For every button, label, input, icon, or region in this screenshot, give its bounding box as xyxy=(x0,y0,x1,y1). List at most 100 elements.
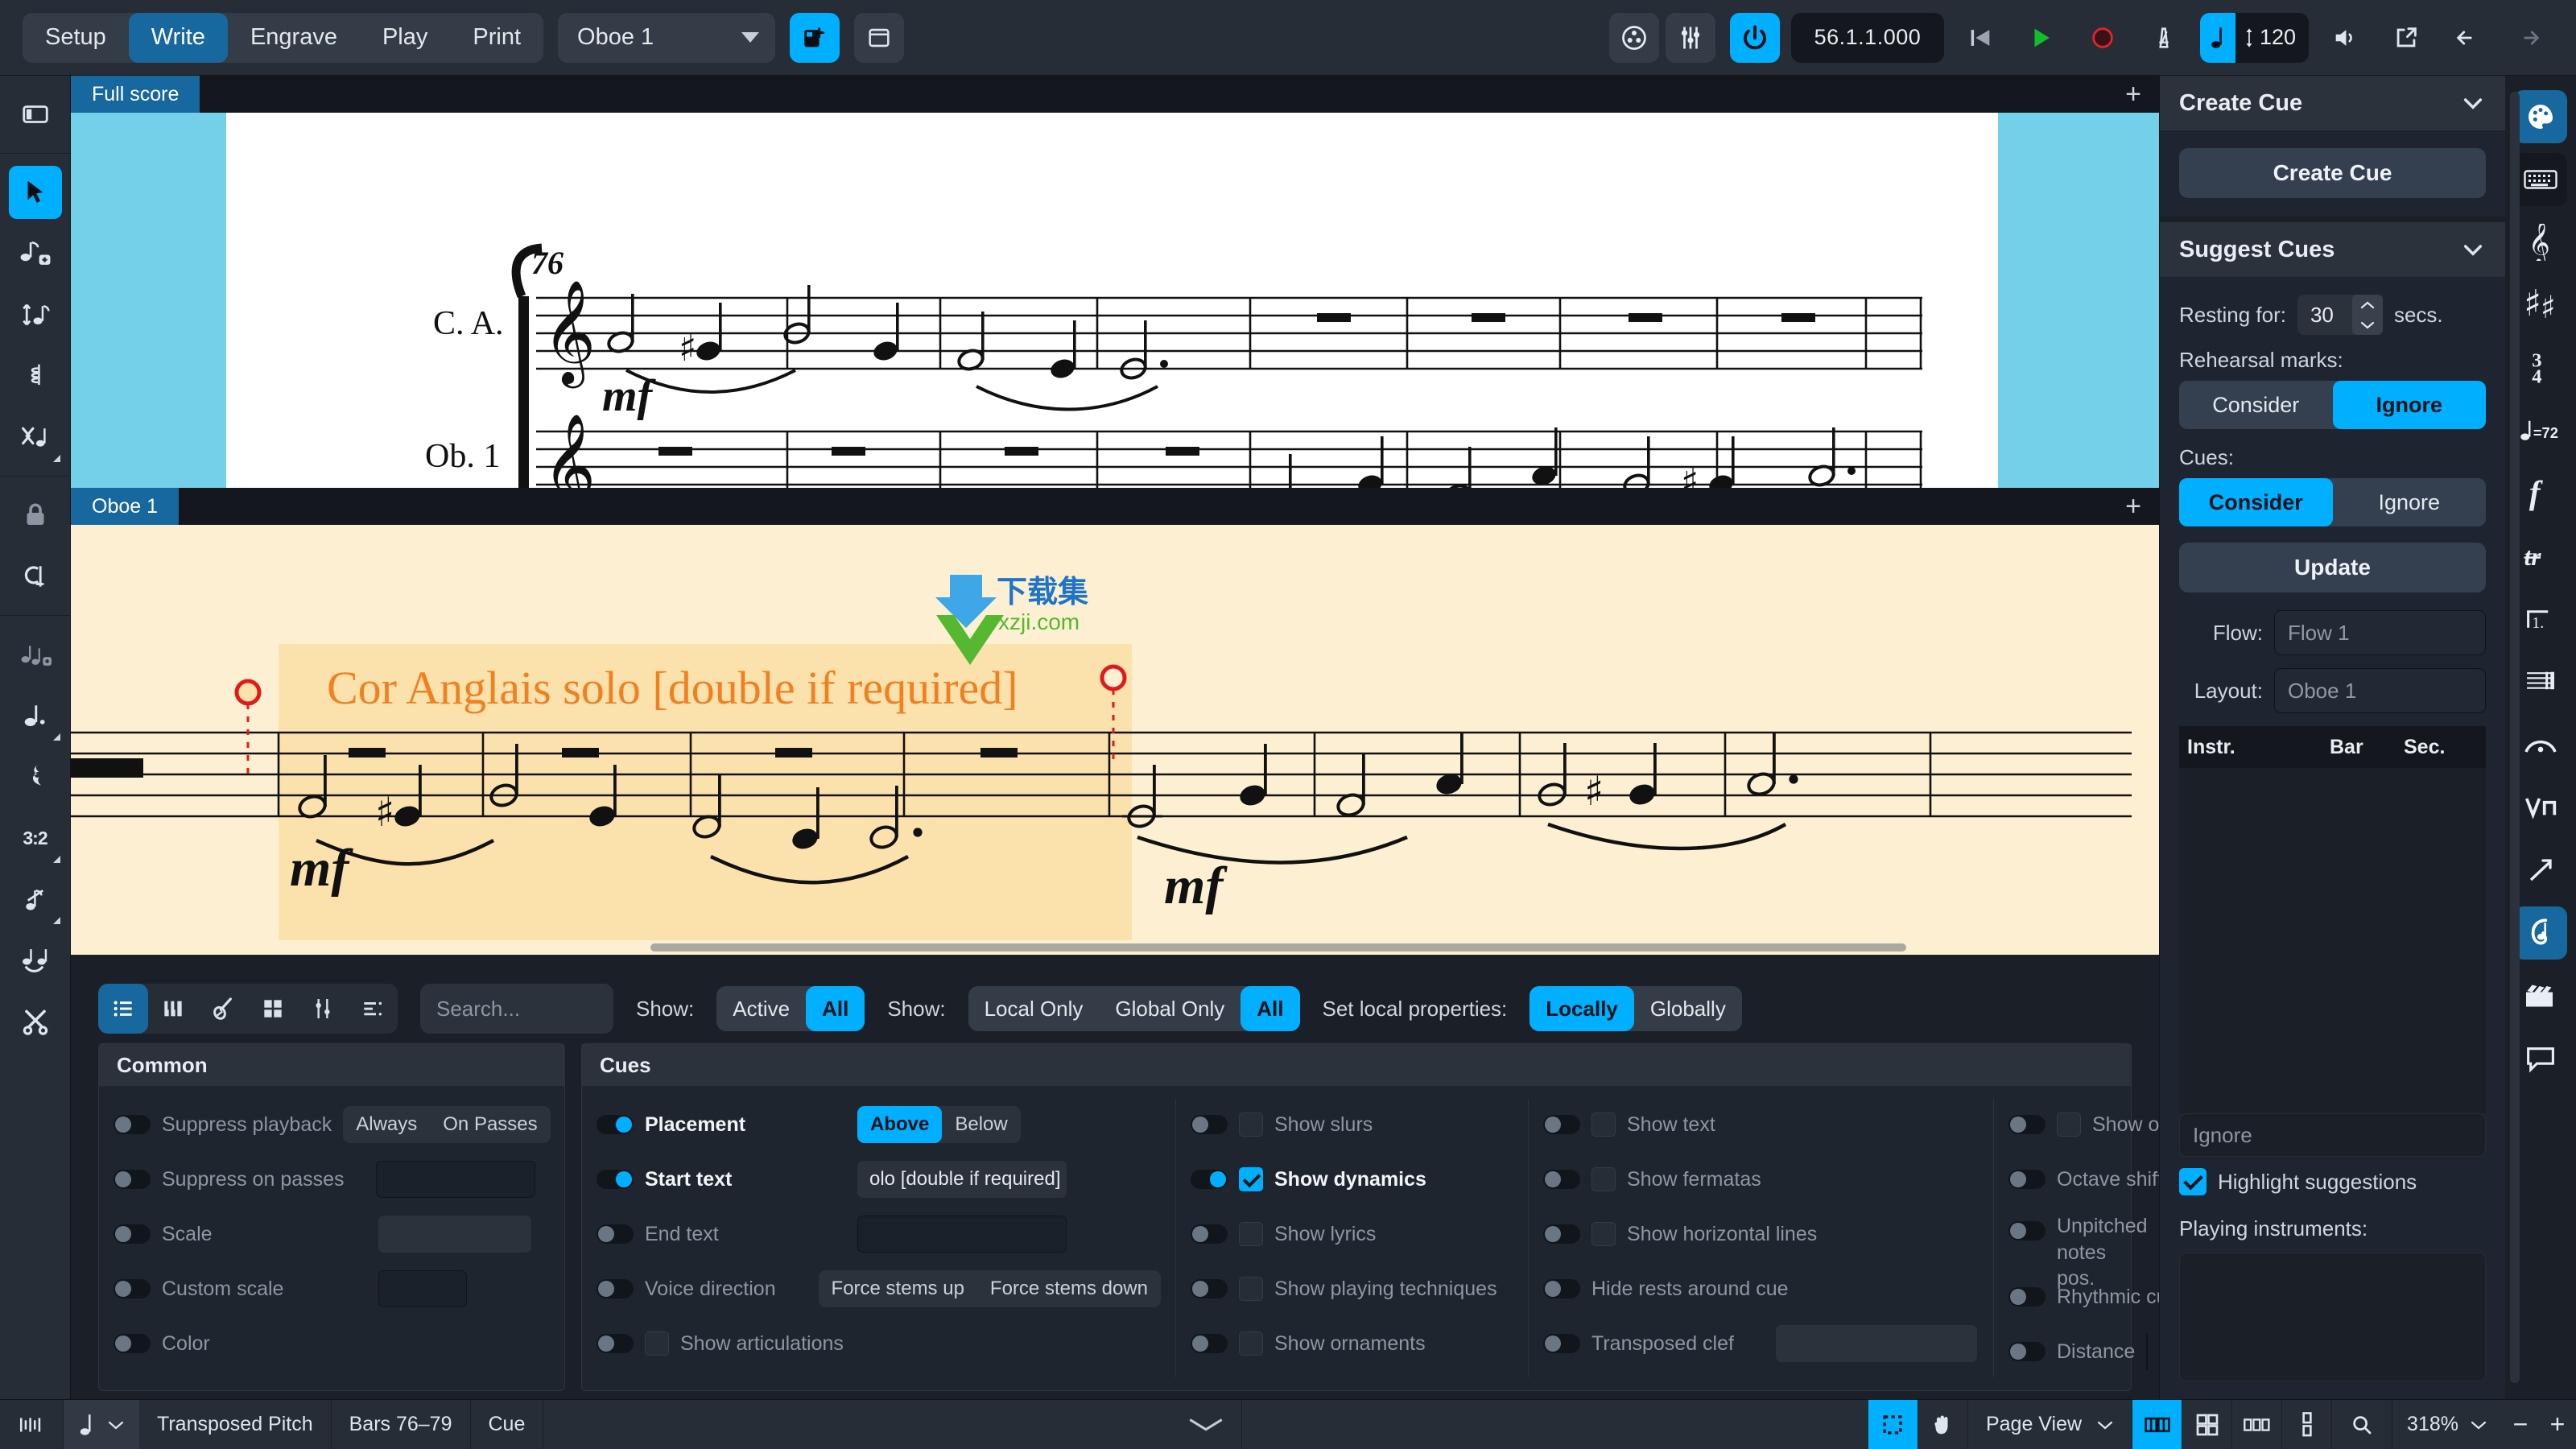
suppress-on-passes-field[interactable] xyxy=(376,1161,535,1198)
keyboard-panel-button[interactable] xyxy=(2514,153,2567,206)
faders-icon-button[interactable] xyxy=(298,984,348,1034)
show-dynamics-checkbox[interactable] xyxy=(1239,1167,1263,1191)
lock-duration-tool[interactable] xyxy=(9,489,62,542)
grid-view-icon-button[interactable] xyxy=(248,984,298,1034)
insert-mode-tool[interactable] xyxy=(9,550,62,603)
dynamics-panel-button[interactable]: f xyxy=(2514,467,2567,520)
mode-engrave[interactable]: Engrave xyxy=(228,13,360,63)
show-articulations-toggle[interactable] xyxy=(597,1334,634,1353)
distance-toggle[interactable] xyxy=(2008,1342,2046,1361)
timecode-display[interactable]: 56.1.1.000 xyxy=(1790,12,1944,63)
select-arrow-tool[interactable] xyxy=(8,166,62,219)
cues-panel-button[interactable] xyxy=(2514,906,2567,960)
prop-voice-direction[interactable]: Voice direction Force stems up Force ste… xyxy=(597,1263,1161,1315)
horizontal-view-button[interactable] xyxy=(2232,1400,2283,1449)
mixer-button[interactable] xyxy=(1608,12,1659,63)
tie-tool[interactable] xyxy=(9,934,62,987)
scrollbar-thumb[interactable] xyxy=(650,943,1906,952)
mode-setup[interactable]: Setup xyxy=(23,13,129,63)
force-stems-up-option[interactable]: Force stems up xyxy=(819,1270,977,1307)
zoom-selector[interactable]: 318% xyxy=(2392,1400,2502,1449)
show-fermatas-checkbox[interactable] xyxy=(1591,1167,1616,1191)
note-value-selector[interactable] xyxy=(64,1400,139,1449)
note-ruler-button[interactable] xyxy=(0,1400,64,1449)
tab-full-score[interactable]: Full score xyxy=(71,76,201,113)
suggest-cues-section-header[interactable]: Suggest Cues xyxy=(2160,222,2505,277)
prop-show-articulations[interactable]: Show articulations xyxy=(597,1318,1161,1369)
mode-print[interactable]: Print xyxy=(450,13,543,63)
metronome-button[interactable] xyxy=(2139,13,2189,63)
placement-above-option[interactable]: Above xyxy=(857,1106,943,1143)
right-rail-scrollbar[interactable] xyxy=(2510,92,2520,1383)
stepper-up-icon[interactable] xyxy=(2352,295,2383,315)
stepper-down-icon[interactable] xyxy=(2352,315,2383,335)
prop-show-dynamics[interactable]: Show dynamics xyxy=(1191,1154,1513,1205)
transposed-clef-field[interactable] xyxy=(1776,1325,1977,1362)
show-text-toggle[interactable] xyxy=(1543,1115,1580,1134)
prop-show-slurs[interactable]: Show slurs xyxy=(1191,1099,1513,1150)
update-button[interactable]: Update xyxy=(2179,543,2486,592)
tuplet-tool[interactable]: 3:2 xyxy=(9,811,62,865)
barlines-panel-button[interactable] xyxy=(2514,655,2567,708)
note-duration-tool[interactable] xyxy=(9,689,62,742)
pitch-before-duration-tool[interactable] xyxy=(9,288,62,341)
show-global-only-option[interactable]: Global Only xyxy=(1099,986,1241,1031)
show-ornaments-toggle[interactable] xyxy=(1191,1334,1228,1353)
create-cue-button[interactable]: Create Cue xyxy=(2179,148,2486,198)
end-text-toggle[interactable] xyxy=(597,1224,634,1244)
transport-options-button[interactable] xyxy=(1665,12,1715,63)
octave-shift-toggle[interactable] xyxy=(2008,1170,2046,1189)
highlight-suggestions-checkbox[interactable] xyxy=(2179,1168,2207,1195)
play-button[interactable] xyxy=(2017,13,2066,63)
create-cue-section-header[interactable]: Create Cue xyxy=(2160,76,2505,130)
grace-note-tool[interactable] xyxy=(9,628,62,681)
time-signatures-panel-button[interactable]: 3 4 xyxy=(2514,341,2567,394)
zoom-out-button[interactable]: − xyxy=(2502,1400,2539,1449)
panel-toggle-icon-button[interactable] xyxy=(9,88,62,141)
prop-transposed-clef[interactable]: Transposed clef xyxy=(1543,1318,1979,1369)
show-octave-transposition-checkbox[interactable] xyxy=(2057,1113,2081,1137)
key-signatures-panel-button[interactable]: ♯ ♯ xyxy=(2514,279,2567,332)
placement-below-option[interactable]: Below xyxy=(942,1106,1020,1143)
hand-tool-button[interactable] xyxy=(1918,1400,1968,1449)
prop-show-ornaments[interactable]: Show ornaments xyxy=(1191,1318,1513,1369)
show-slurs-checkbox[interactable] xyxy=(1239,1113,1263,1137)
scissors-tool[interactable] xyxy=(9,995,62,1048)
start-text-toggle[interactable] xyxy=(597,1170,634,1189)
mode-play[interactable]: Play xyxy=(360,13,450,63)
show-lyrics-checkbox[interactable] xyxy=(1239,1222,1263,1246)
piano-keys-icon-button[interactable] xyxy=(148,984,198,1034)
prop-distance[interactable]: Distance xyxy=(2008,1326,2149,1377)
prop-placement[interactable]: Placement Above Below xyxy=(597,1099,1161,1150)
slurs-panel-button[interactable] xyxy=(2514,718,2567,771)
suggestions-table-body[interactable] xyxy=(2179,768,2486,1113)
rhythmic-cue-toggle[interactable] xyxy=(2008,1287,2046,1307)
show-playing-techniques-checkbox[interactable] xyxy=(1239,1277,1263,1301)
start-text-field[interactable]: olo [double if required] xyxy=(857,1161,1067,1198)
show-articulations-checkbox[interactable] xyxy=(645,1331,669,1356)
export-button[interactable] xyxy=(2381,13,2431,63)
note-input-tool[interactable] xyxy=(9,227,62,280)
flow-field[interactable]: Flow 1 xyxy=(2274,610,2486,655)
voice-tool[interactable] xyxy=(9,411,62,464)
spreads-view-button[interactable] xyxy=(2132,1400,2183,1449)
zoom-search-button[interactable] xyxy=(2332,1400,2393,1449)
color-toggle[interactable] xyxy=(114,1334,151,1353)
guitar-icon-button[interactable] xyxy=(198,984,248,1034)
suppress-playback-toggle[interactable] xyxy=(114,1115,151,1134)
rehearsal-consider-option[interactable]: Consider xyxy=(2179,381,2333,429)
show-text-checkbox[interactable] xyxy=(1591,1113,1616,1137)
prop-show-fermatas[interactable]: Show fermatas xyxy=(1543,1154,1979,1205)
set-locally-option[interactable]: Locally xyxy=(1530,986,1634,1031)
two-by-two-view-button[interactable] xyxy=(2182,1400,2233,1449)
playback-power-button[interactable] xyxy=(1729,12,1780,63)
volume-button[interactable] xyxy=(2320,13,2370,63)
prop-color[interactable]: Color xyxy=(114,1318,535,1369)
show-ornaments-checkbox[interactable] xyxy=(1239,1331,1263,1356)
show-octave-transposition-toggle[interactable] xyxy=(2008,1115,2046,1134)
vertical-view-button[interactable] xyxy=(2282,1400,2333,1449)
prop-unpitched-notes-pos[interactable]: Unpitched notes pos. xyxy=(2008,1208,2161,1290)
placement-toggle[interactable] xyxy=(597,1115,634,1134)
show-all-option[interactable]: All xyxy=(806,986,865,1031)
add-tab-button-2[interactable]: + xyxy=(2125,493,2141,520)
